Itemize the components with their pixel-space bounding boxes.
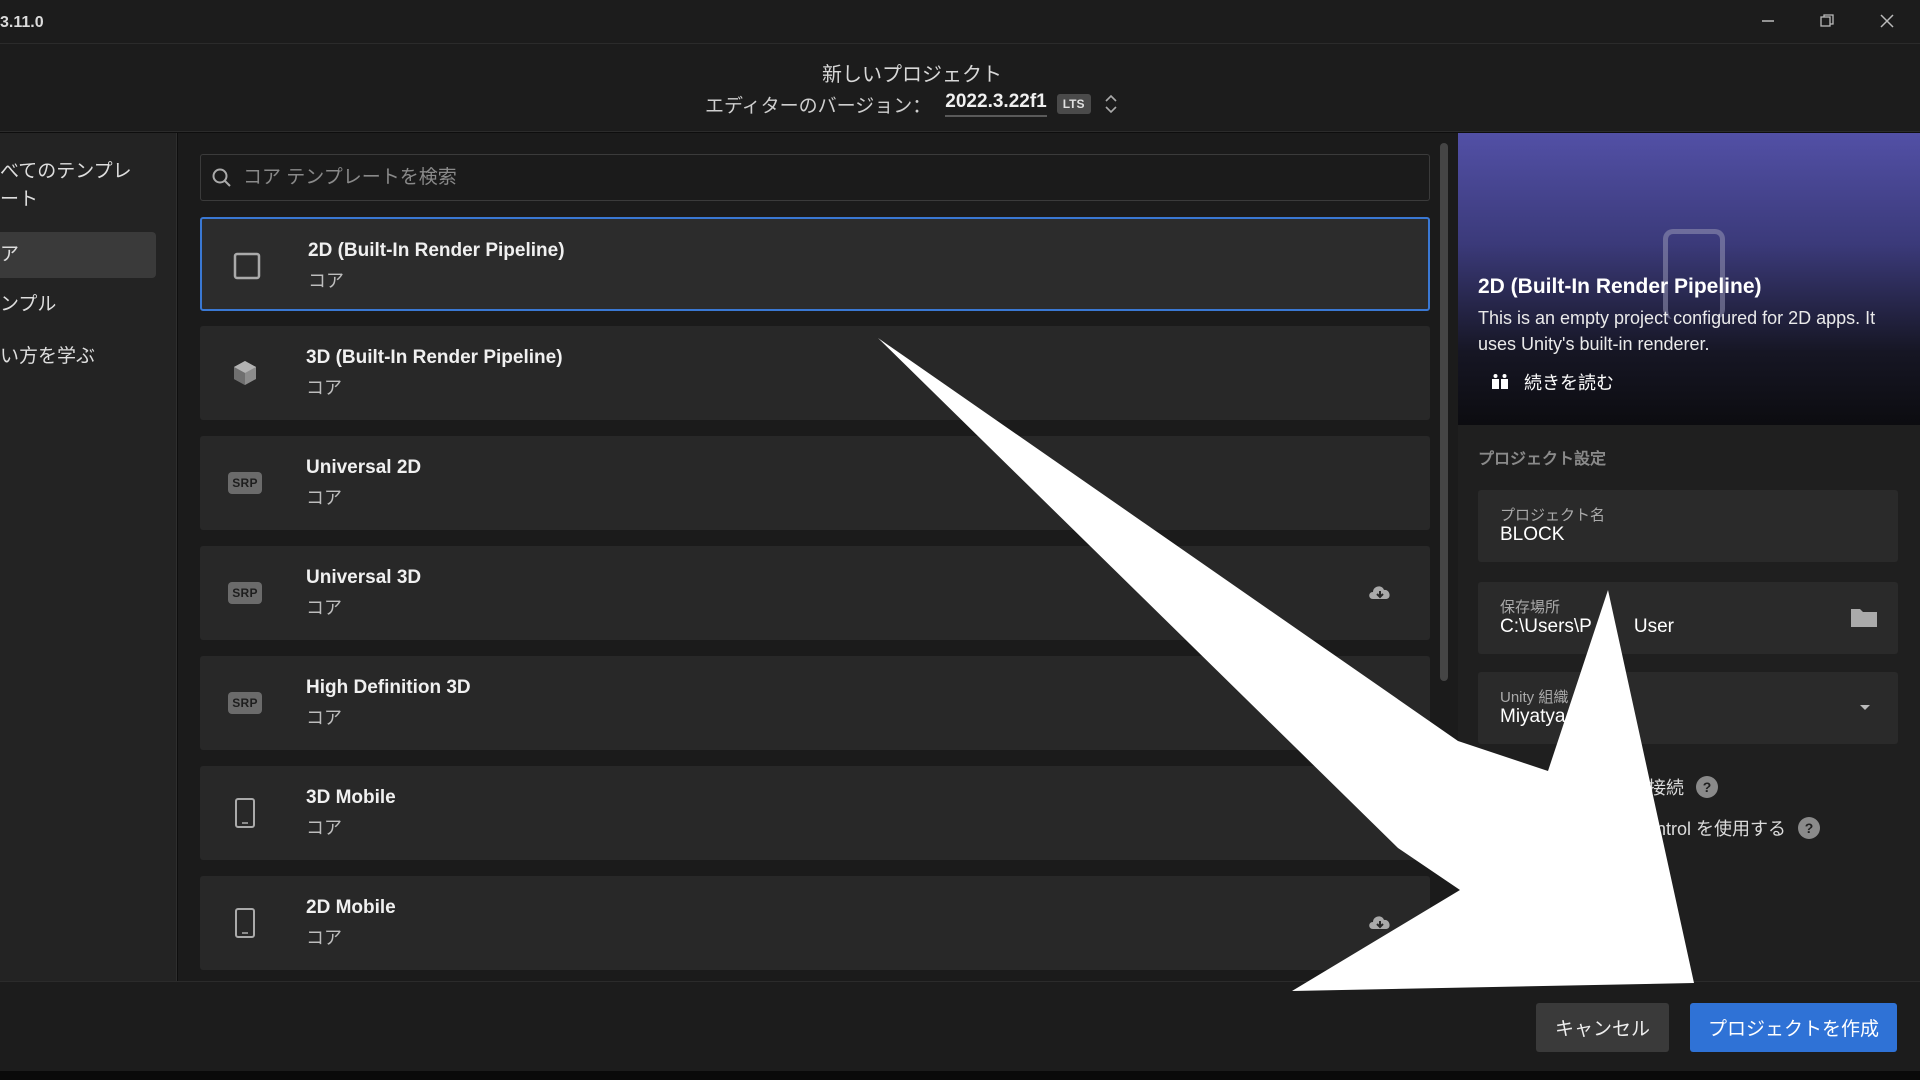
close-icon — [1880, 14, 1894, 28]
help-icon[interactable]: ? — [1696, 776, 1718, 798]
template-card-universal-2d[interactable]: SRP Universal 2D コア — [200, 436, 1430, 530]
template-sidebar: べてのテンプレ ート ア ンプル い方を学ぶ — [0, 133, 177, 981]
lts-badge: LTS — [1056, 94, 1091, 114]
editor-version-row: エディターのバージョン： 2022.3.22f1 LTS — [705, 87, 1119, 121]
cube-icon — [228, 356, 262, 390]
minimize-icon — [1762, 20, 1774, 22]
preview-description: This is an empty project configured for … — [1478, 308, 1876, 354]
template-card-universal-3d[interactable]: SRP Universal 3D コア — [200, 546, 1430, 640]
chevron-updown-icon[interactable] — [1103, 91, 1119, 117]
template-card-hdrp[interactable]: SRP High Definition 3D コア — [200, 656, 1430, 750]
app-version: 3.11.0 — [0, 14, 44, 31]
restore-button[interactable] — [1807, 6, 1847, 36]
template-name: High Definition 3D — [306, 677, 471, 698]
template-category: コア — [306, 818, 342, 838]
project-name-input[interactable] — [1500, 524, 1870, 546]
page-header: 新しいプロジェクト エディターのバージョン： 2022.3.22f1 LTS — [0, 44, 1920, 132]
version-control-label: ntrol を使用する — [1656, 819, 1787, 839]
template-category: コア — [306, 928, 342, 948]
srp-icon: SRP — [228, 686, 262, 720]
editor-version-select[interactable]: 2022.3.22f1 — [945, 91, 1047, 117]
template-preview: 2D (Built-In Render Pipeline) This is an… — [1458, 133, 1920, 425]
cloud-download-icon[interactable] — [1366, 910, 1394, 934]
phone-icon — [228, 906, 262, 940]
cloud-download-icon[interactable] — [1366, 580, 1394, 604]
project-location-label: 保存場所 — [1500, 599, 1561, 616]
template-list-panel: 2D (Built-In Render Pipeline) コア 3D (Bui… — [178, 133, 1458, 981]
search-icon — [212, 168, 231, 187]
srp-icon: SRP — [228, 576, 262, 610]
template-search-input[interactable] — [243, 166, 1393, 189]
template-card-3d-mobile[interactable]: 3D Mobile コア — [200, 766, 1430, 860]
template-name: 3D (Built-In Render Pipeline) — [306, 347, 563, 368]
square-outline-icon — [230, 249, 264, 283]
project-name-field[interactable]: プロジェクト名 — [1478, 490, 1898, 562]
project-settings-heading: プロジェクト設定 — [1478, 451, 1607, 468]
dialog-footer: キャンセル プロジェクトを作成 — [0, 981, 1920, 1071]
editor-version-label: エディターのバージョン： — [705, 95, 932, 117]
cancel-button[interactable]: キャンセル — [1536, 1003, 1669, 1052]
project-location-field[interactable]: 保存場所 C:\Users\P User — [1478, 582, 1898, 654]
title-bar: 3.11.0 — [0, 0, 1920, 44]
folder-icon[interactable] — [1850, 606, 1878, 628]
template-category: コア — [306, 598, 342, 618]
page-title: 新しいプロジェクト — [822, 64, 1002, 86]
sidebar-item-core[interactable]: ア — [0, 232, 156, 278]
template-card-3d-builtin[interactable]: 3D (Built-In Render Pipeline) コア — [200, 326, 1430, 420]
template-name: 2D (Built-In Render Pipeline) — [308, 240, 565, 261]
template-category: コア — [306, 378, 342, 398]
unity-organization-value: Miyatya — [1500, 706, 1566, 727]
cloud-connect-label: 接続 — [1648, 778, 1684, 798]
template-name: Universal 2D — [306, 457, 422, 478]
template-name: 3D Mobile — [306, 787, 396, 808]
template-name: Universal 3D — [306, 567, 422, 588]
template-name: 2D Mobile — [306, 897, 396, 918]
sidebar-item-learn[interactable]: い方を学ぶ — [0, 343, 156, 371]
cloud-connect-option[interactable]: 接続 ? — [1648, 774, 1718, 800]
minimize-button[interactable] — [1748, 6, 1788, 36]
template-list-scrollbar[interactable] — [1440, 143, 1448, 681]
cloud-download-icon[interactable] — [1366, 800, 1394, 824]
template-category: コア — [306, 708, 342, 728]
close-window-button[interactable] — [1867, 6, 1907, 36]
chevron-down-icon[interactable] — [1858, 702, 1872, 712]
sidebar-item-sample[interactable]: ンプル — [0, 291, 156, 319]
unity-organization-label: Unity 組織 — [1500, 689, 1569, 706]
project-name-label: プロジェクト名 — [1500, 507, 1606, 524]
template-card-2d-mobile[interactable]: 2D Mobile コア — [200, 876, 1430, 970]
template-search — [200, 154, 1430, 201]
preview-title: 2D (Built-In Render Pipeline) — [1478, 275, 1762, 298]
project-location-value: C:\Users\P User — [1500, 616, 1674, 637]
template-category: コア — [308, 271, 344, 291]
template-card-2d-builtin[interactable]: 2D (Built-In Render Pipeline) コア — [200, 217, 1430, 311]
create-project-button[interactable]: プロジェクトを作成 — [1690, 1003, 1897, 1052]
sidebar-item-all-templates[interactable]: べてのテンプレ ート — [0, 158, 156, 214]
help-icon[interactable]: ? — [1798, 817, 1821, 839]
book-icon — [1492, 374, 1508, 389]
template-detail-panel: 2D (Built-In Render Pipeline) This is an… — [1458, 133, 1920, 981]
window-bottom-edge — [0, 1071, 1920, 1080]
read-more-link[interactable]: 続きを読む — [1490, 369, 1614, 395]
read-more-label: 続きを読む — [1524, 373, 1614, 393]
phone-icon — [228, 796, 262, 830]
template-category: コア — [306, 488, 342, 508]
version-control-option[interactable]: ntrol を使用する ? — [1656, 815, 1821, 841]
srp-icon: SRP — [228, 466, 262, 500]
restore-icon — [1820, 14, 1834, 27]
unity-organization-field[interactable]: Unity 組織 Miyatya — [1478, 672, 1898, 744]
